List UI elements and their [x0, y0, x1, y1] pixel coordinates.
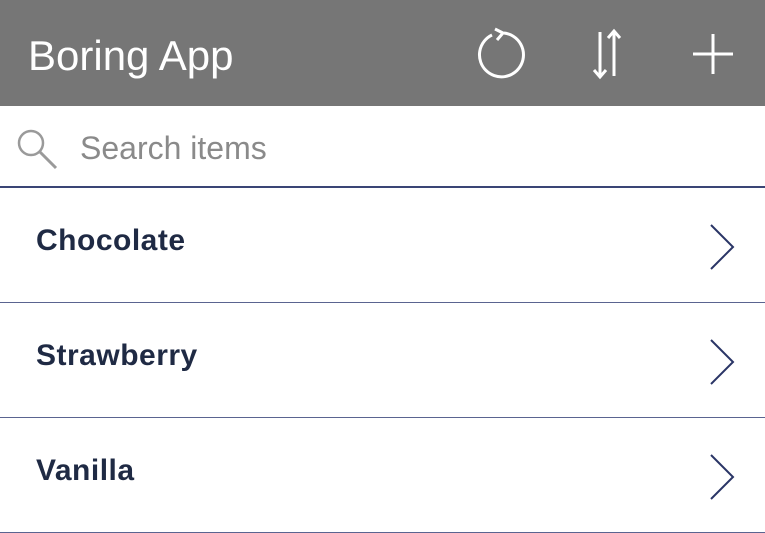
chevron-right-icon[interactable]: [707, 337, 737, 387]
list-item-label: Strawberry: [36, 339, 198, 372]
app-screen: Boring App Search items Chocolate Strawb…: [0, 0, 765, 533]
list-item[interactable]: Vanilla: [0, 418, 765, 533]
chevron-right-icon[interactable]: [707, 222, 737, 272]
search-bar: [0, 106, 765, 188]
add-icon: [693, 34, 733, 74]
refresh-button[interactable]: [472, 26, 528, 82]
refresh-icon: [478, 27, 525, 79]
chevron-right-icon[interactable]: [707, 452, 737, 502]
list-item[interactable]: Strawberry: [0, 303, 765, 418]
list-item-label: Chocolate: [36, 224, 186, 257]
sort-icon: [592, 28, 622, 80]
search-icon: [14, 126, 60, 172]
app-title: Boring App: [28, 32, 234, 79]
list-item[interactable]: Chocolate: [0, 188, 765, 303]
app-header: Boring App: [0, 0, 765, 106]
sort-button[interactable]: [579, 26, 635, 82]
list-item-label: Vanilla: [36, 454, 135, 487]
item-list: Chocolate Strawberry Vanilla: [0, 188, 765, 533]
search-input[interactable]: [80, 126, 740, 170]
add-button[interactable]: [685, 26, 741, 82]
